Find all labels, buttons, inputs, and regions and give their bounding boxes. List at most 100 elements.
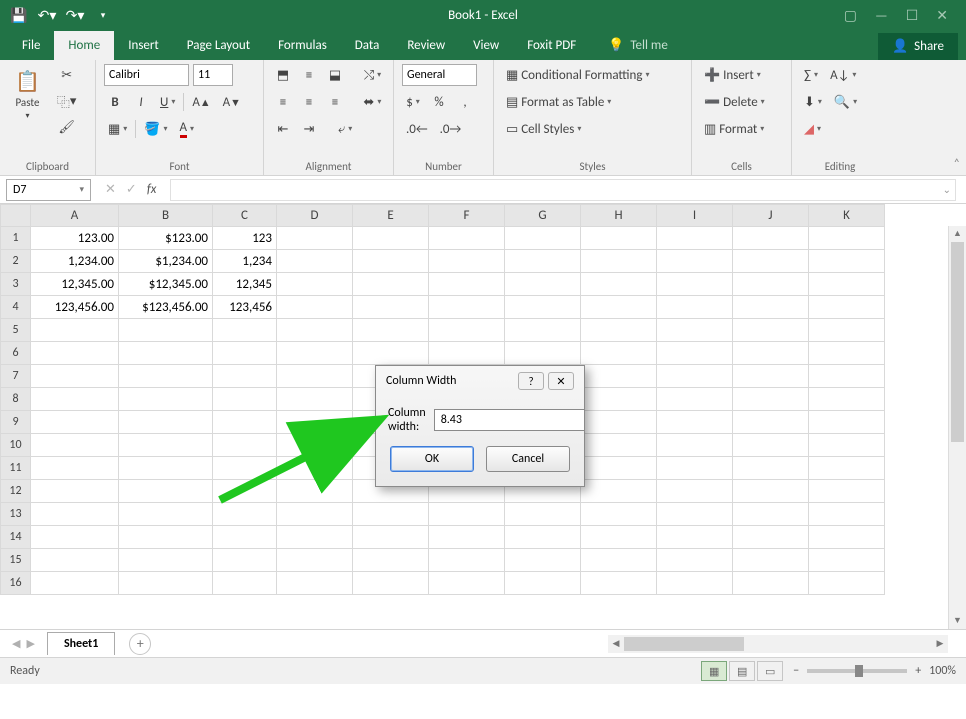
cell[interactable]: [581, 365, 657, 388]
tab-insert[interactable]: Insert: [114, 31, 173, 60]
cell[interactable]: [733, 319, 809, 342]
cell[interactable]: [657, 227, 733, 250]
cell[interactable]: [213, 549, 277, 572]
cell[interactable]: [809, 319, 885, 342]
cell[interactable]: [119, 434, 213, 457]
font-color-button[interactable]: A: [176, 118, 199, 140]
page-break-view-button[interactable]: ▭: [757, 661, 783, 681]
orientation-button[interactable]: ⤭: [360, 64, 385, 86]
row-header[interactable]: 6: [1, 342, 31, 365]
enter-formula-icon[interactable]: ✓: [126, 182, 137, 197]
cell[interactable]: [277, 388, 353, 411]
cell[interactable]: [213, 526, 277, 549]
row-header[interactable]: 12: [1, 480, 31, 503]
cell[interactable]: [277, 434, 353, 457]
row-header[interactable]: 11: [1, 457, 31, 480]
formula-input[interactable]: ⌄: [170, 179, 956, 201]
cell[interactable]: [31, 342, 119, 365]
row-header[interactable]: 4: [1, 296, 31, 319]
cell[interactable]: 12,345: [213, 273, 277, 296]
cell[interactable]: [213, 319, 277, 342]
cell[interactable]: [429, 342, 505, 365]
cell[interactable]: [277, 549, 353, 572]
cell[interactable]: [119, 365, 213, 388]
cell[interactable]: [213, 480, 277, 503]
cell[interactable]: [809, 457, 885, 480]
cell[interactable]: [213, 503, 277, 526]
cell[interactable]: [429, 250, 505, 273]
cell[interactable]: 123.00: [31, 227, 119, 250]
row-header[interactable]: 9: [1, 411, 31, 434]
tab-home[interactable]: Home: [54, 31, 114, 60]
cell[interactable]: 1,234.00: [31, 250, 119, 273]
zoom-level[interactable]: 100%: [929, 664, 956, 678]
dialog-titlebar[interactable]: Column Width ? ✕: [376, 366, 584, 396]
increase-decimal-button[interactable]: .0←: [402, 118, 432, 140]
increase-indent-button[interactable]: ⇥: [298, 118, 320, 140]
cell[interactable]: [657, 411, 733, 434]
cell[interactable]: [733, 572, 809, 595]
cell[interactable]: [733, 434, 809, 457]
cell[interactable]: [213, 411, 277, 434]
cell[interactable]: [581, 526, 657, 549]
cell[interactable]: [277, 296, 353, 319]
cell[interactable]: [353, 250, 429, 273]
font-name-combo[interactable]: [104, 64, 189, 86]
cell[interactable]: [31, 526, 119, 549]
cell[interactable]: [353, 342, 429, 365]
cell[interactable]: [809, 480, 885, 503]
cell[interactable]: [277, 319, 353, 342]
cell[interactable]: [809, 434, 885, 457]
cell[interactable]: [277, 342, 353, 365]
align-left-button[interactable]: ≡: [272, 91, 294, 113]
cell[interactable]: [733, 365, 809, 388]
qat-customize-icon[interactable]: ▾: [94, 6, 112, 24]
cell[interactable]: [31, 365, 119, 388]
cancel-button[interactable]: Cancel: [486, 446, 570, 472]
cell[interactable]: [429, 273, 505, 296]
cell[interactable]: [119, 503, 213, 526]
cell[interactable]: [277, 526, 353, 549]
collapse-ribbon-icon[interactable]: ˄: [954, 157, 960, 171]
cell[interactable]: [353, 296, 429, 319]
cell[interactable]: [277, 227, 353, 250]
cell[interactable]: 123,456.00: [31, 296, 119, 319]
find-select-button[interactable]: 🔍: [830, 91, 861, 113]
cell[interactable]: [353, 549, 429, 572]
column-header[interactable]: J: [733, 205, 809, 227]
cell[interactable]: [733, 457, 809, 480]
cell[interactable]: [429, 296, 505, 319]
autosum-button[interactable]: ∑: [800, 64, 822, 86]
align-bottom-button[interactable]: ⬓: [324, 64, 346, 86]
cell[interactable]: [809, 273, 885, 296]
cell[interactable]: [119, 549, 213, 572]
tab-formulas[interactable]: Formulas: [264, 31, 341, 60]
close-icon[interactable]: ✕: [936, 7, 948, 24]
cell[interactable]: [581, 388, 657, 411]
cell[interactable]: [581, 434, 657, 457]
merge-center-button[interactable]: ⬌: [360, 91, 385, 113]
cell[interactable]: [119, 319, 213, 342]
cell[interactable]: [277, 572, 353, 595]
undo-icon[interactable]: ↶▾: [38, 6, 56, 24]
tell-me[interactable]: 💡 Tell me: [598, 31, 678, 60]
insert-cells-button[interactable]: ➕ Insert: [700, 64, 783, 86]
cell[interactable]: [31, 434, 119, 457]
cell[interactable]: [213, 342, 277, 365]
tab-foxit-pdf[interactable]: Foxit PDF: [513, 31, 590, 60]
cell[interactable]: [213, 388, 277, 411]
cell-styles-button[interactable]: ▭ Cell Styles: [502, 118, 683, 140]
cell[interactable]: [505, 342, 581, 365]
cell[interactable]: 1,234: [213, 250, 277, 273]
cell[interactable]: [657, 503, 733, 526]
cell[interactable]: 123,456: [213, 296, 277, 319]
cell[interactable]: [505, 549, 581, 572]
column-header[interactable]: A: [31, 205, 119, 227]
horizontal-scrollbar[interactable]: ◀ ▶: [608, 635, 948, 653]
cell[interactable]: [353, 273, 429, 296]
cell[interactable]: [657, 572, 733, 595]
align-right-button[interactable]: ≡: [324, 91, 346, 113]
cell[interactable]: [581, 457, 657, 480]
cell[interactable]: [505, 227, 581, 250]
cell[interactable]: [429, 503, 505, 526]
